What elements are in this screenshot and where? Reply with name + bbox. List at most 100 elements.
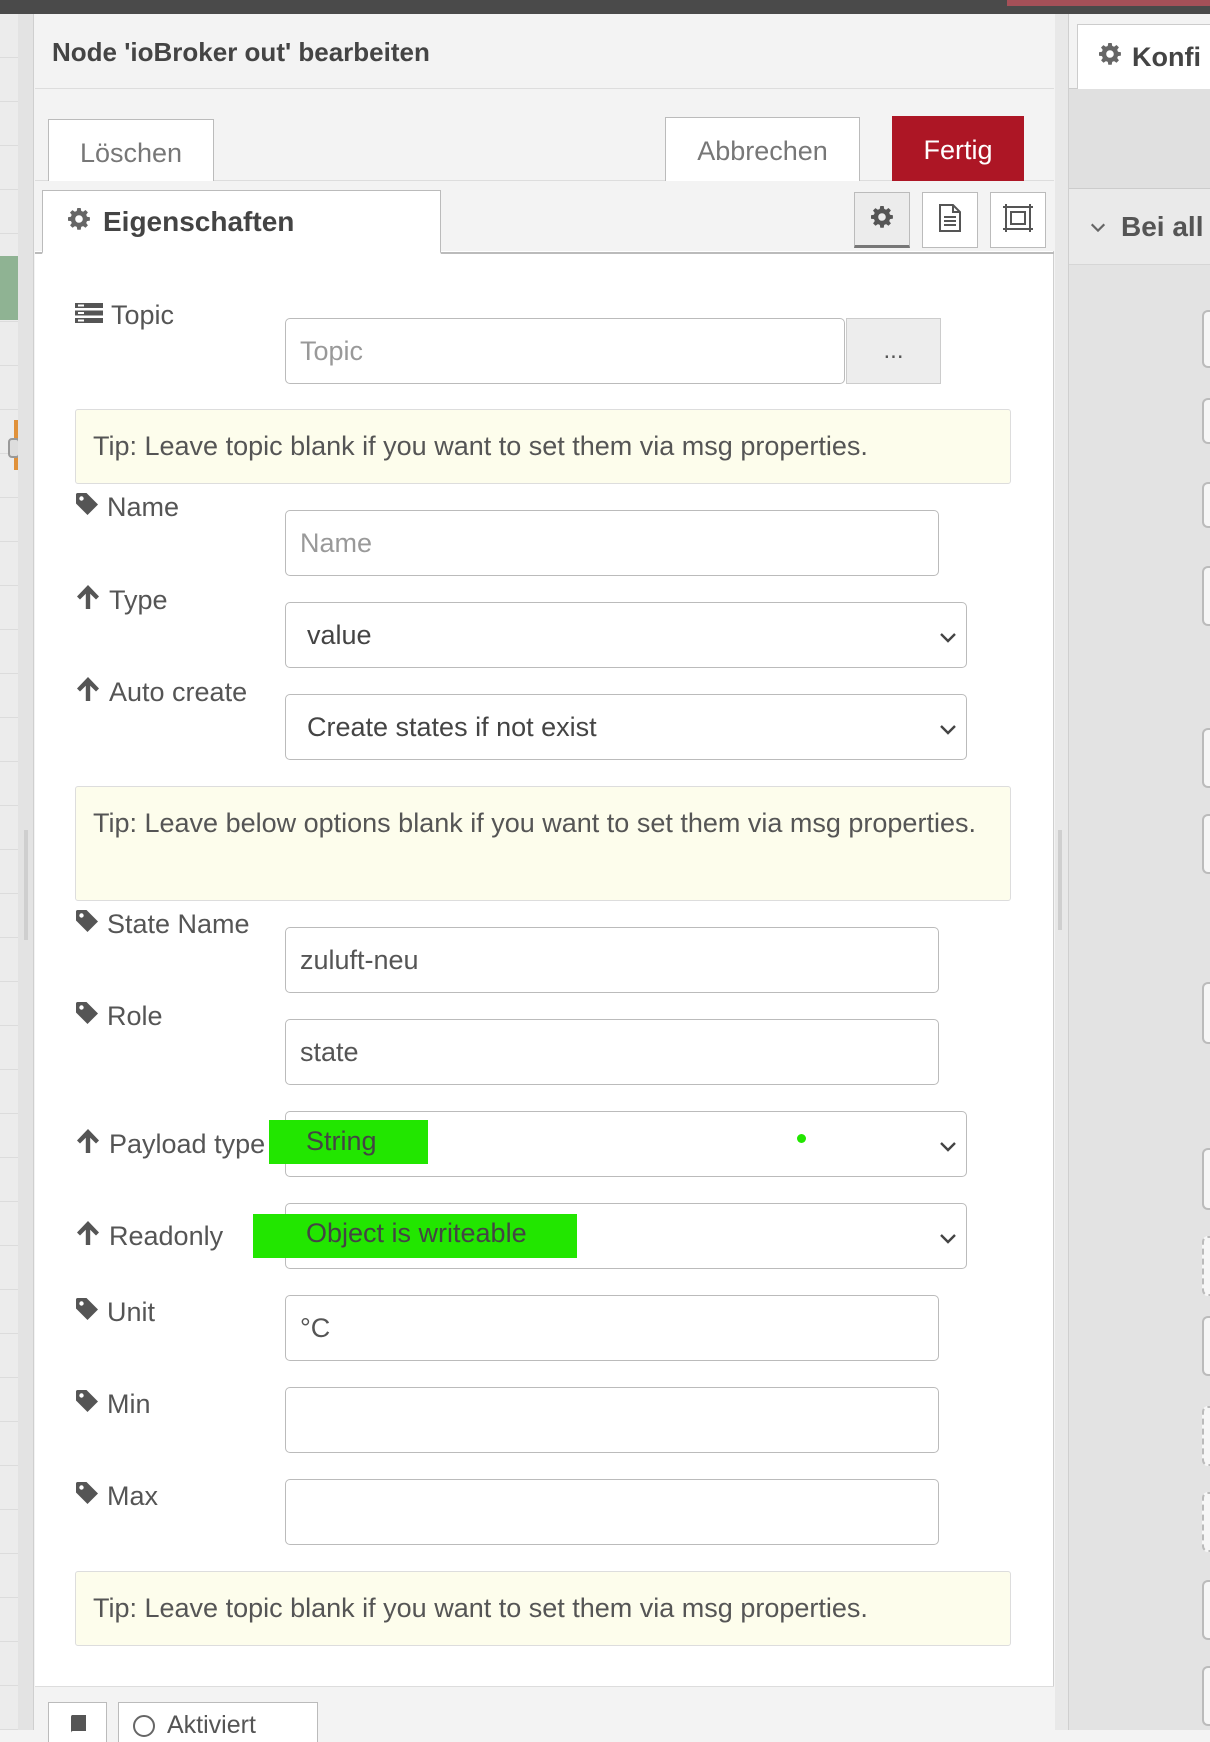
- gear-icon: [67, 207, 91, 236]
- edit-tray: Node 'ioBroker out' bearbeiten Löschen A…: [35, 14, 1054, 1742]
- section-all-flows[interactable]: Bei all: [1069, 189, 1210, 265]
- readonly-label-text: Readonly: [109, 1221, 224, 1251]
- gear-icon: [870, 205, 894, 234]
- auto-create-label-text: Auto create: [109, 677, 248, 707]
- tab-properties[interactable]: Eigenschaften: [42, 190, 441, 254]
- document-icon: [937, 203, 963, 238]
- min-label: Min: [75, 1389, 151, 1420]
- tray-header: Node 'ioBroker out' bearbeiten: [35, 14, 1054, 89]
- topic-label-text: Topic: [111, 300, 175, 330]
- readonly-select-value: Object is writeable: [306, 1218, 527, 1248]
- type-label: Type: [75, 584, 168, 617]
- tab-description[interactable]: [922, 192, 978, 248]
- unit-label-text: Unit: [107, 1297, 156, 1327]
- config-node[interactable]: [1202, 814, 1210, 874]
- tab-config-label: Konfi: [1132, 42, 1201, 72]
- arrow-up-icon: [75, 676, 109, 709]
- right-resize-grip[interactable]: [1058, 830, 1062, 930]
- tab-properties-label: Eigenschaften: [103, 205, 295, 237]
- name-label: Name: [75, 492, 179, 523]
- config-node[interactable]: [1202, 728, 1210, 788]
- topic-input[interactable]: Topic: [285, 318, 845, 384]
- auto-create-label: Auto create: [75, 676, 247, 709]
- enabled-toggle[interactable]: Aktiviert: [118, 1702, 318, 1742]
- payload-type-label-text: Payload type: [109, 1129, 266, 1159]
- radio-icon: [133, 1715, 155, 1737]
- tray-toolbar: Löschen Abbrechen Fertig: [35, 89, 1054, 187]
- unit-input[interactable]: °C: [285, 1295, 939, 1361]
- payload-type-label: Payload type: [75, 1128, 265, 1161]
- tag-icon: [75, 909, 107, 940]
- type-label-text: Type: [109, 585, 168, 615]
- max-label: Max: [75, 1481, 158, 1512]
- chevron-down-icon: [1089, 211, 1107, 243]
- done-button[interactable]: Fertig: [892, 116, 1024, 184]
- name-label-text: Name: [107, 492, 180, 522]
- canvas-node[interactable]: [0, 256, 18, 320]
- tag-icon: [75, 1001, 107, 1032]
- role-input[interactable]: state: [285, 1019, 939, 1085]
- help-button[interactable]: [48, 1702, 107, 1742]
- name-input[interactable]: Name: [285, 510, 939, 576]
- enabled-label: Aktiviert: [167, 1711, 256, 1739]
- chevron-down-icon: [938, 715, 958, 746]
- unit-label: Unit: [75, 1297, 155, 1328]
- frame-icon: [1002, 203, 1034, 238]
- state-name-input[interactable]: zuluft-neu: [285, 927, 939, 993]
- tip-topic: Tip: Leave topic blank if you want to se…: [75, 409, 1011, 484]
- tag-icon: [75, 1389, 107, 1420]
- tag-icon: [75, 1297, 107, 1328]
- payload-type-select-value: String: [306, 1126, 377, 1156]
- max-input[interactable]: [285, 1479, 939, 1545]
- tag-icon: [75, 1481, 107, 1512]
- readonly-label: Readonly: [75, 1220, 223, 1253]
- gear-icon: [1098, 42, 1122, 73]
- config-node[interactable]: [1202, 310, 1210, 368]
- unused-config-node[interactable]: [1202, 1406, 1210, 1466]
- topic-label: Topic: [75, 300, 174, 331]
- dialog-title: Node 'ioBroker out' bearbeiten: [52, 37, 430, 67]
- config-node[interactable]: [1202, 398, 1210, 444]
- tray-footer: Aktiviert: [35, 1686, 1054, 1742]
- unused-config-node[interactable]: [1202, 1236, 1210, 1296]
- arrow-up-icon: [75, 1128, 109, 1161]
- role-label-text: Role: [107, 1001, 163, 1031]
- tip-options: Tip: Leave below options blank if you wa…: [75, 786, 1011, 901]
- state-name-label-text: State Name: [107, 909, 250, 939]
- min-label-text: Min: [107, 1389, 151, 1419]
- list-icon: [75, 300, 111, 331]
- cancel-button[interactable]: Abbrechen: [665, 117, 860, 185]
- config-node[interactable]: [1202, 1148, 1210, 1210]
- arrow-up-icon: [75, 1220, 109, 1253]
- config-node[interactable]: [1202, 482, 1210, 528]
- min-input[interactable]: [285, 1387, 939, 1453]
- tab-config[interactable]: Konfi: [1077, 24, 1210, 90]
- config-node[interactable]: [1202, 1580, 1210, 1640]
- highlight-dot: [797, 1134, 806, 1143]
- config-node[interactable]: [1202, 982, 1210, 1044]
- topic-browse-button[interactable]: ...: [846, 318, 941, 384]
- config-node[interactable]: [1202, 1316, 1210, 1376]
- tag-icon: [75, 492, 107, 523]
- sidebar-toolbar: [1069, 89, 1210, 189]
- tab-settings[interactable]: [854, 192, 910, 248]
- max-label-text: Max: [107, 1481, 159, 1511]
- top-bar-accent: [1007, 0, 1210, 6]
- tab-appearance[interactable]: [990, 192, 1046, 248]
- auto-create-select-value: Create states if not exist: [307, 711, 597, 742]
- delete-button[interactable]: Löschen: [48, 119, 214, 187]
- auto-create-select[interactable]: Create states if not exist: [285, 694, 967, 760]
- chevron-down-icon: [938, 1224, 958, 1255]
- type-select[interactable]: value: [285, 602, 967, 668]
- arrow-up-icon: [75, 584, 109, 617]
- left-resize-grip[interactable]: [24, 830, 28, 940]
- section-all-flows-label: Bei all: [1121, 210, 1204, 242]
- type-select-value: value: [307, 619, 372, 650]
- right-sidebar: Konfi Bei all: [1069, 14, 1210, 1730]
- config-node[interactable]: [1202, 566, 1210, 626]
- config-node[interactable]: [1202, 1666, 1210, 1726]
- state-name-label: State Name: [75, 909, 250, 940]
- unused-config-node[interactable]: [1202, 1492, 1210, 1552]
- book-icon: [67, 1713, 89, 1742]
- chevron-down-icon: [938, 1132, 958, 1163]
